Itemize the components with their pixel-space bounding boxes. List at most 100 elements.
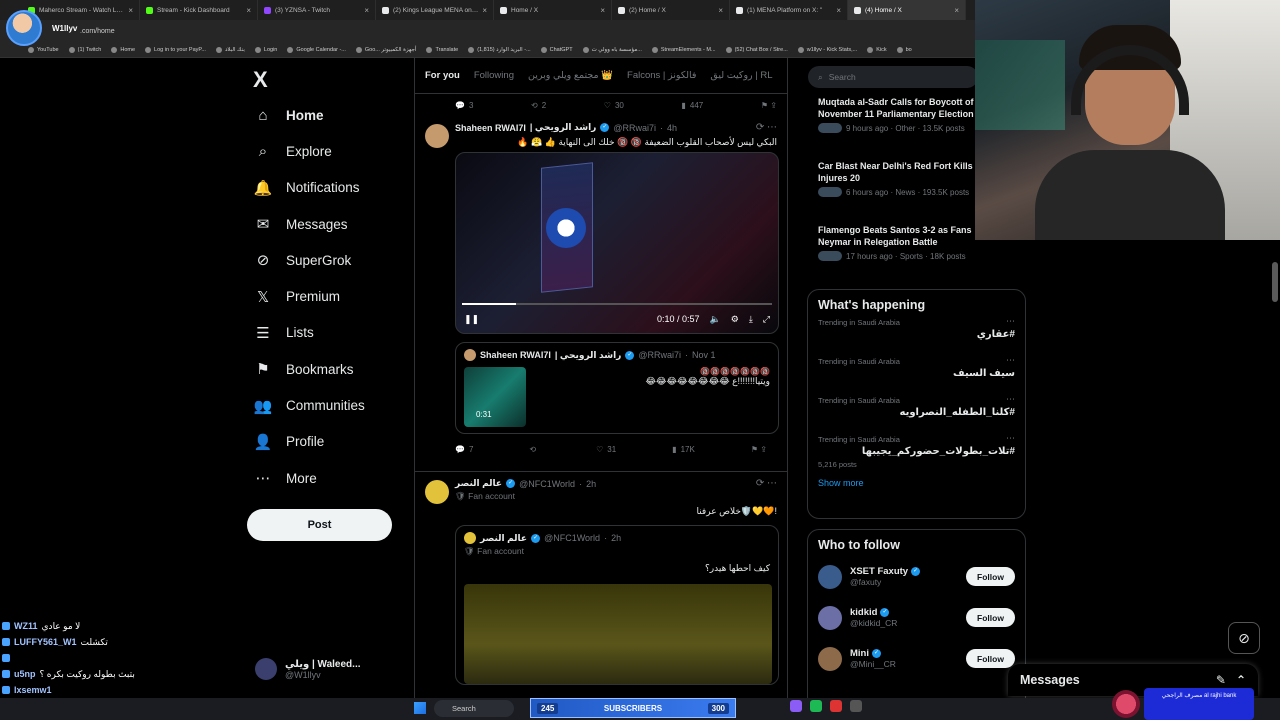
like-button[interactable]: ♡ 31 [596,445,616,454]
taskbar-search[interactable]: Search [434,700,514,717]
close-icon[interactable]: × [718,6,723,15]
grok-icon[interactable]: ⊘ [1228,622,1260,654]
feed-tab[interactable]: For you [425,70,460,81]
bookmark-item[interactable]: (52) Chat Box / Stre... [725,46,788,53]
bookmark-share[interactable]: ⚑ ⇪ [761,101,777,110]
browser-tab[interactable]: (4) Home / X × [848,0,966,20]
nav-item-messages[interactable]: ✉ Messages [252,206,412,242]
show-more-link[interactable]: Show more [808,472,1025,498]
repost-button[interactable]: ⟲ 2 [531,101,546,110]
spotify-icon[interactable] [810,700,822,712]
nav-item-premium[interactable]: 𝕏 Premium [252,278,412,314]
close-icon[interactable]: × [364,6,369,15]
bookmark-item[interactable]: Google Calendar -... [287,46,346,53]
post-button[interactable]: Post [247,509,392,541]
nav-item-lists[interactable]: ☰ Lists [252,315,412,351]
avatar[interactable] [818,564,842,589]
follow-suggestion[interactable]: kidkid ✓ @kidkid_CR Follow [808,597,1025,638]
feed-tab[interactable]: Falcons | فالكونز [627,70,696,81]
browser-tab[interactable]: Home / X × [494,0,612,20]
trend-item[interactable]: Trending in Saudi Arabia ⋯ سيف السيف [808,355,1025,394]
bookmark-item[interactable]: Translate [426,46,458,53]
quote-image[interactable] [464,584,772,684]
nav-item-more[interactable]: ⋯ More [252,460,412,496]
quote-video-thumbnail[interactable]: 0:31 [464,367,526,427]
follow-button[interactable]: Follow [966,567,1015,586]
video-player[interactable]: ❚❚ 0:10 / 0:57 🔈 ⚙ ⤓ ⤢ [455,152,779,334]
tweet-time[interactable]: 2h [586,479,596,489]
volume-icon[interactable]: 🔈 [710,314,721,325]
quoted-tweet[interactable]: Shaheen RWAI7I | راشد الرويحي ✓ @RRwai7i… [455,342,779,434]
avatar[interactable] [425,480,449,504]
bookmark-item[interactable]: Home [111,46,135,53]
close-icon[interactable]: × [954,6,959,15]
tweet[interactable]: Shaheen RWAI7I | راشد الرويحي ✓ @RRwai7i… [415,116,787,472]
search-input[interactable]: ⌕ Search [808,66,978,88]
discord-icon[interactable] [790,700,802,712]
news-item[interactable]: Car Blast Near Delhi's Red Fort Kills In… [818,160,978,197]
nav-item-bookmarks[interactable]: ⚑ Bookmarks [252,351,412,387]
close-icon[interactable]: × [128,6,133,15]
close-icon[interactable]: × [482,6,487,15]
more-icon[interactable]: ⋯ [1006,355,1015,366]
bookmark-item[interactable]: مؤسسة باه وولي ت... [582,46,642,53]
fullscreen-icon[interactable]: ⤢ [763,314,770,325]
author-handle[interactable]: @RRwai7i [613,123,656,133]
close-icon[interactable]: × [246,6,251,15]
author-name[interactable]: عالم النصر [455,478,502,489]
bookmark-item[interactable]: (1) Twitch [68,46,101,53]
feed-tab[interactable]: روكيت ليق | RL [710,70,772,81]
more-icon[interactable]: ⋯ [1006,433,1015,444]
browser-tab[interactable]: (2) Home / X × [612,0,730,20]
browser-tab[interactable]: (3) YZNSA - Twitch × [258,0,376,20]
tweet-time[interactable]: 4h [667,123,677,133]
collapse-icon[interactable]: ⌃ [1236,673,1246,687]
windows-start-icon[interactable] [414,702,426,714]
nav-item-home[interactable]: ⌂ Home [252,97,412,133]
avatar[interactable] [818,605,842,630]
browser-tab[interactable]: Stream - Kick Dashboard × [140,0,258,20]
feed-tab[interactable]: Following [474,70,514,81]
x-logo-icon[interactable]: X [253,67,268,93]
bookmark-item[interactable]: bo [896,46,912,53]
nav-item-profile[interactable]: 👤 Profile [252,424,412,460]
views-button[interactable]: ▮ 447 [681,101,703,110]
bookmark-share[interactable]: ⚑ ⇪ [751,445,767,454]
more-icon[interactable]: ⋯ [1006,316,1015,327]
browser-tab[interactable]: Maherco Stream - Watch Live o × [22,0,140,20]
settings-icon[interactable]: ⚙ [731,314,739,325]
views-button[interactable]: ▮ 17K [672,445,695,454]
app-icon[interactable] [850,700,862,712]
browser-tab[interactable]: (1) MENA Platform on X: " × [730,0,848,20]
author-name-ar[interactable]: | راشد الرويحي [530,122,596,133]
nav-item-supergrok[interactable]: ⊘ SuperGrok [252,242,412,278]
bookmark-item[interactable]: Login [254,46,277,53]
nav-item-notifications[interactable]: 🔔 Notifications [252,170,412,206]
nav-item-explore[interactable]: ⌕ Explore [252,133,412,169]
more-icon[interactable]: ⟳ ⋯ [756,478,777,489]
bookmark-item[interactable]: w1llyv - Kick Stats,... [797,46,857,53]
bookmark-item[interactable]: Kick [867,46,887,53]
follow-button[interactable]: Follow [966,608,1015,627]
reply-button[interactable]: 💬 7 [455,445,473,454]
like-button[interactable]: ♡ 30 [604,101,624,110]
bookmark-item[interactable]: ChatGPT [540,46,573,53]
follow-suggestion[interactable]: XSET Faxuty ✓ @faxuty Follow [808,556,1025,597]
quoted-tweet[interactable]: عالم النصر ✓ @NFC1World · 2h 🛡 Fan accou… [455,525,779,685]
nav-item-communities[interactable]: 👥 Communities [252,387,412,423]
bookmark-item[interactable]: (1,815) البريد الوارد -... [468,46,531,53]
bookmark-item[interactable]: بنك البلاد [215,46,245,53]
more-icon[interactable]: ⋯ [1006,394,1015,405]
trend-item[interactable]: Trending in Saudi Arabia ⋯ #تلات_بطولات_حض… [808,433,1025,472]
compose-icon[interactable]: ✎ [1216,673,1226,687]
account-switcher[interactable]: ويلي | Waleed... @W1llyv [255,655,405,683]
close-icon[interactable]: × [836,6,841,15]
feed-tab[interactable]: مجتمع ويلي وبرين 👑 [528,70,613,81]
browser-tab[interactable]: (2) Kings League MENA on X: " × [376,0,494,20]
pause-icon[interactable]: ❚❚ [464,314,479,325]
follow-suggestion[interactable]: Mini ✓ @Mini__CR Follow [808,638,1025,679]
bookmark-item[interactable]: Log in to your PayP... [145,46,206,53]
download-icon[interactable]: ⤓ [749,314,753,325]
more-icon[interactable]: ⟳ ⋯ [756,122,777,133]
avatar[interactable] [818,646,842,671]
